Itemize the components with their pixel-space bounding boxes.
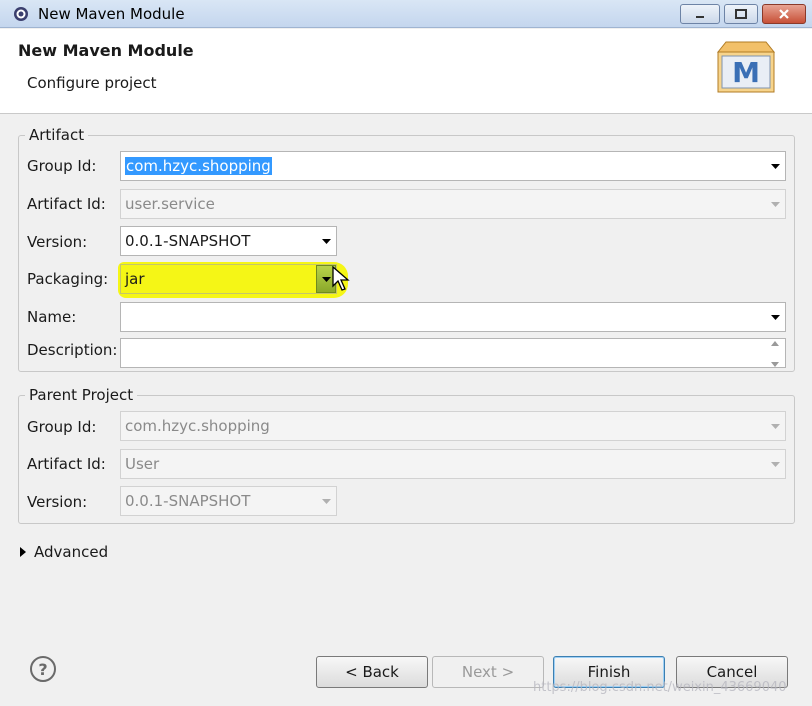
wizard-subtitle: Configure project (27, 74, 157, 92)
help-button[interactable]: ? (30, 656, 56, 682)
chevron-down-icon (770, 201, 780, 207)
parent-group-id-label: Group Id: (27, 418, 97, 436)
advanced-label: Advanced (34, 543, 109, 561)
packaging-combo[interactable]: jar (120, 264, 337, 294)
wizard-title: New Maven Module (18, 41, 194, 60)
parent-artifact-id-label: Artifact Id: (27, 455, 106, 473)
chevron-down-icon (770, 423, 780, 429)
maven-logo-letter: M (732, 56, 760, 89)
parent-version-dropdown (316, 487, 336, 515)
advanced-expander[interactable]: Advanced (20, 543, 108, 561)
version-label: Version: (27, 233, 88, 251)
version-combo[interactable]: 0.0.1-SNAPSHOT (120, 226, 337, 256)
help-icon: ? (38, 659, 48, 679)
parent-version-combo: 0.0.1-SNAPSHOT (120, 486, 337, 516)
parent-version-label: Version: (27, 493, 88, 511)
chevron-down-icon (321, 238, 331, 244)
chevron-down-icon (321, 276, 331, 282)
scroll-down-icon (771, 362, 779, 367)
maximize-button[interactable] (724, 4, 758, 24)
name-combo[interactable] (120, 302, 786, 332)
parent-project-legend: Parent Project (29, 386, 134, 404)
name-dropdown[interactable] (765, 303, 785, 331)
expand-arrow-icon (20, 547, 26, 557)
packaging-label: Packaging: (27, 270, 109, 288)
artifact-id-label: Artifact Id: (27, 195, 106, 213)
version-dropdown[interactable] (316, 227, 336, 255)
group-id-combo[interactable]: com.hzyc.shopping (120, 151, 786, 181)
description-textarea[interactable] (120, 338, 786, 368)
close-icon (779, 9, 789, 19)
group-id-dropdown[interactable] (765, 152, 785, 180)
chevron-down-icon (770, 163, 780, 169)
back-button[interactable]: < Back (316, 656, 428, 688)
description-scrollbar[interactable] (767, 341, 783, 367)
group-id-label: Group Id: (27, 157, 97, 175)
group-id-value: com.hzyc.shopping (125, 157, 272, 175)
wizard-header: New Maven Module Configure project M (0, 29, 812, 114)
parent-version-value: 0.0.1-SNAPSHOT (125, 492, 251, 510)
parent-artifact-id-dropdown (765, 450, 785, 478)
minimize-button[interactable] (680, 4, 720, 24)
parent-artifact-id-value: User (125, 455, 160, 473)
maven-logo-icon: M (716, 41, 776, 93)
close-button[interactable] (762, 4, 806, 24)
parent-group-id-value: com.hzyc.shopping (125, 417, 270, 435)
watermark: https://blog.csdn.net/weixin_43669040 (533, 680, 787, 695)
window-title: New Maven Module (38, 5, 185, 23)
eclipse-icon (14, 7, 28, 21)
description-label: Description: (27, 341, 118, 359)
artifact-id-value: user.service (125, 195, 215, 213)
parent-artifact-id-combo: User (120, 449, 786, 479)
mouse-cursor-icon (332, 266, 350, 291)
chevron-down-icon (770, 314, 780, 320)
parent-group-id-combo: com.hzyc.shopping (120, 411, 786, 441)
maximize-icon (735, 9, 747, 19)
next-button: Next > (432, 656, 544, 688)
title-bar: New Maven Module (0, 0, 812, 28)
artifact-id-combo: user.service (120, 189, 786, 219)
minimize-icon (696, 16, 704, 18)
parent-group-id-dropdown (765, 412, 785, 440)
artifact-legend: Artifact (29, 126, 85, 144)
version-value: 0.0.1-SNAPSHOT (125, 232, 251, 250)
packaging-value: jar (125, 270, 145, 288)
chevron-down-icon (321, 498, 331, 504)
name-label: Name: (27, 308, 77, 326)
chevron-down-icon (770, 461, 780, 467)
scroll-up-icon (771, 341, 779, 346)
artifact-id-dropdown (765, 190, 785, 218)
